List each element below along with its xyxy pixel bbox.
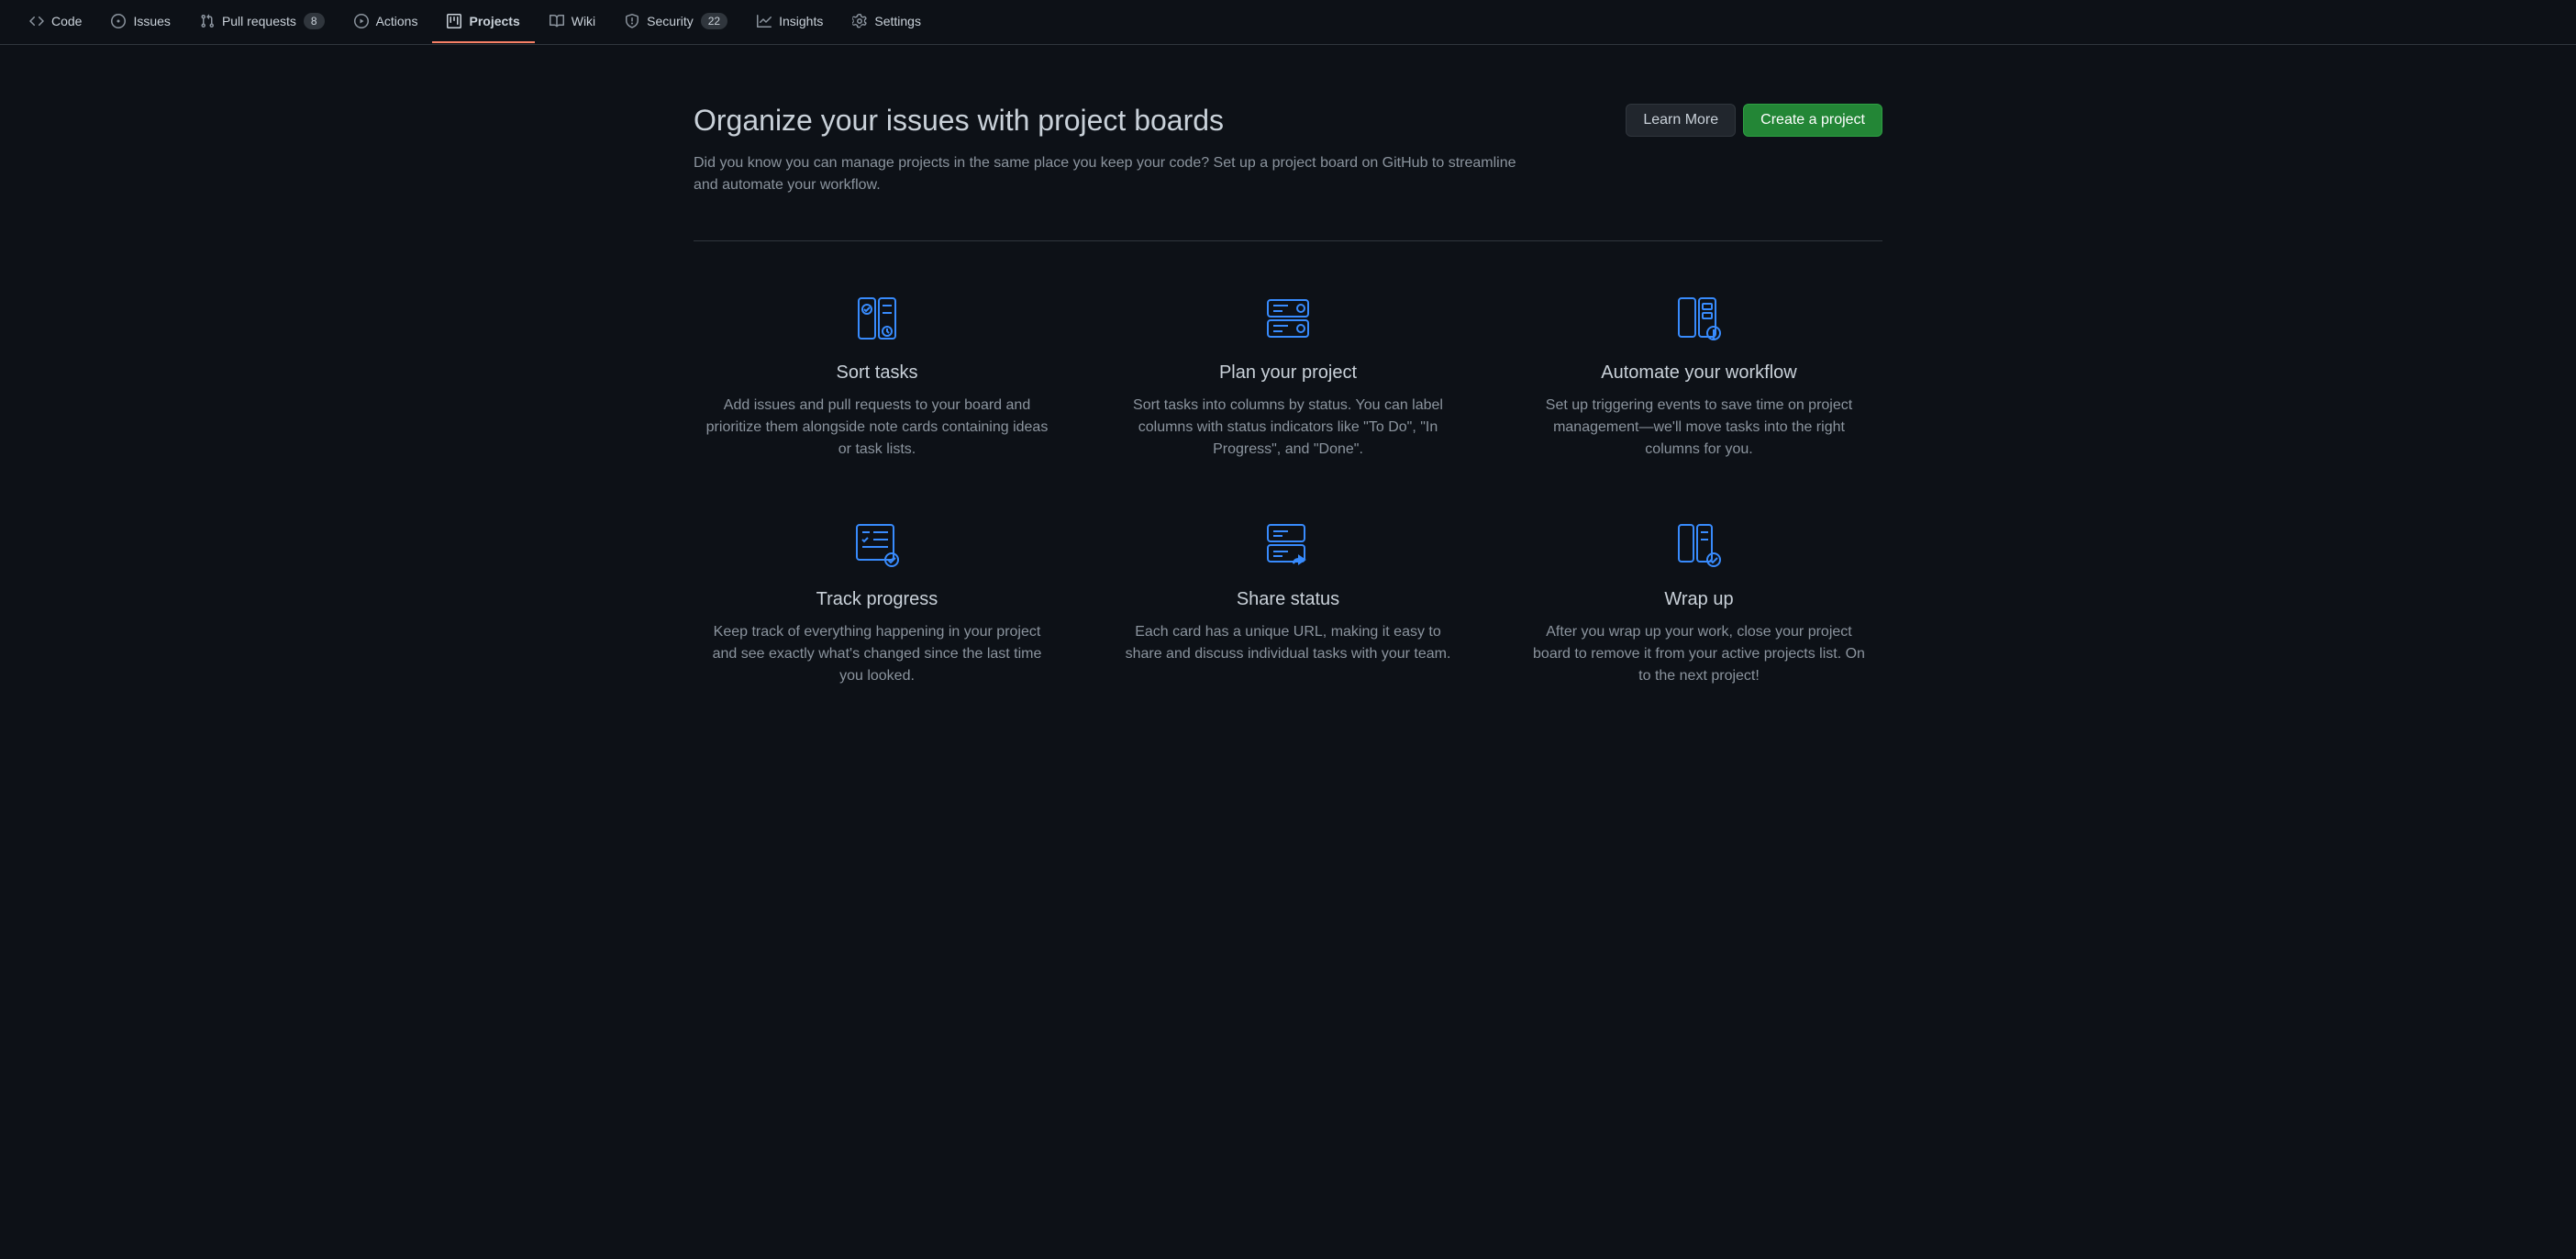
learn-more-button[interactable]: Learn More: [1626, 104, 1736, 137]
header-actions: Learn More Create a project: [1626, 104, 1882, 137]
feature-desc: Keep track of everything happening in yo…: [705, 621, 1049, 687]
feature-title: Sort tasks: [705, 362, 1049, 384]
tab-pull-requests-label: Pull requests: [222, 14, 296, 28]
tab-actions[interactable]: Actions: [339, 1, 433, 43]
page-header: Organize your issues with project boards…: [694, 104, 1882, 196]
feature-desc: Add issues and pull requests to your boa…: [705, 395, 1049, 461]
feature-title: Share status: [1116, 589, 1460, 610]
tab-insights-label: Insights: [779, 14, 823, 28]
feature-share-status: Share status Each card has a unique URL,…: [1105, 519, 1471, 687]
feature-desc: Set up triggering events to save time on…: [1527, 395, 1871, 461]
main-content: Organize your issues with project boards…: [664, 45, 1912, 746]
feature-title: Wrap up: [1527, 589, 1871, 610]
repo-tabnav: Code Issues Pull requests 8 Actions Proj…: [0, 0, 2576, 45]
tab-issues[interactable]: Issues: [96, 1, 184, 43]
page-subtitle: Did you know you can manage projects in …: [694, 152, 1538, 196]
feature-plan-project: Plan your project Sort tasks into column…: [1105, 293, 1471, 461]
tab-security-label: Security: [647, 14, 694, 28]
tab-actions-label: Actions: [376, 14, 418, 28]
graph-icon: [757, 14, 772, 28]
tab-projects[interactable]: Projects: [432, 1, 534, 43]
plan-project-icon: [1262, 293, 1314, 344]
security-count: 22: [701, 13, 727, 29]
track-progress-icon: [851, 519, 903, 571]
tab-code-label: Code: [51, 14, 82, 28]
feature-grid: Sort tasks Add issues and pull requests …: [694, 293, 1882, 687]
feature-automate-workflow: Automate your workflow Set up triggering…: [1516, 293, 1882, 461]
gear-icon: [852, 14, 867, 28]
book-icon: [550, 14, 564, 28]
project-icon: [447, 14, 461, 28]
play-icon: [354, 14, 369, 28]
tab-issues-label: Issues: [133, 14, 170, 28]
feature-title: Plan your project: [1116, 362, 1460, 384]
feature-desc: Each card has a unique URL, making it ea…: [1116, 621, 1460, 665]
page-title: Organize your issues with project boards: [694, 104, 1596, 138]
feature-desc: Sort tasks into columns by status. You c…: [1116, 395, 1460, 461]
tab-insights[interactable]: Insights: [742, 1, 838, 43]
shield-icon: [625, 14, 639, 28]
tab-projects-label: Projects: [469, 14, 519, 28]
tab-code[interactable]: Code: [15, 1, 96, 43]
feature-sort-tasks: Sort tasks Add issues and pull requests …: [694, 293, 1060, 461]
tab-settings[interactable]: Settings: [838, 1, 936, 43]
automate-workflow-icon: [1673, 293, 1725, 344]
feature-desc: After you wrap up your work, close your …: [1527, 621, 1871, 687]
tab-settings-label: Settings: [874, 14, 921, 28]
tab-security[interactable]: Security 22: [610, 0, 742, 44]
tab-wiki[interactable]: Wiki: [535, 1, 610, 43]
share-status-icon: [1262, 519, 1314, 571]
tab-wiki-label: Wiki: [572, 14, 595, 28]
tab-pull-requests[interactable]: Pull requests 8: [185, 0, 339, 44]
wrap-up-icon: [1673, 519, 1725, 571]
sort-tasks-icon: [851, 293, 903, 344]
feature-track-progress: Track progress Keep track of everything …: [694, 519, 1060, 687]
code-icon: [29, 14, 44, 28]
feature-wrap-up: Wrap up After you wrap up your work, clo…: [1516, 519, 1882, 687]
feature-title: Track progress: [705, 589, 1049, 610]
issue-opened-icon: [111, 14, 126, 28]
git-pull-request-icon: [200, 14, 215, 28]
create-project-button[interactable]: Create a project: [1743, 104, 1882, 137]
pull-requests-count: 8: [304, 13, 325, 29]
divider: [694, 240, 1882, 241]
feature-title: Automate your workflow: [1527, 362, 1871, 384]
